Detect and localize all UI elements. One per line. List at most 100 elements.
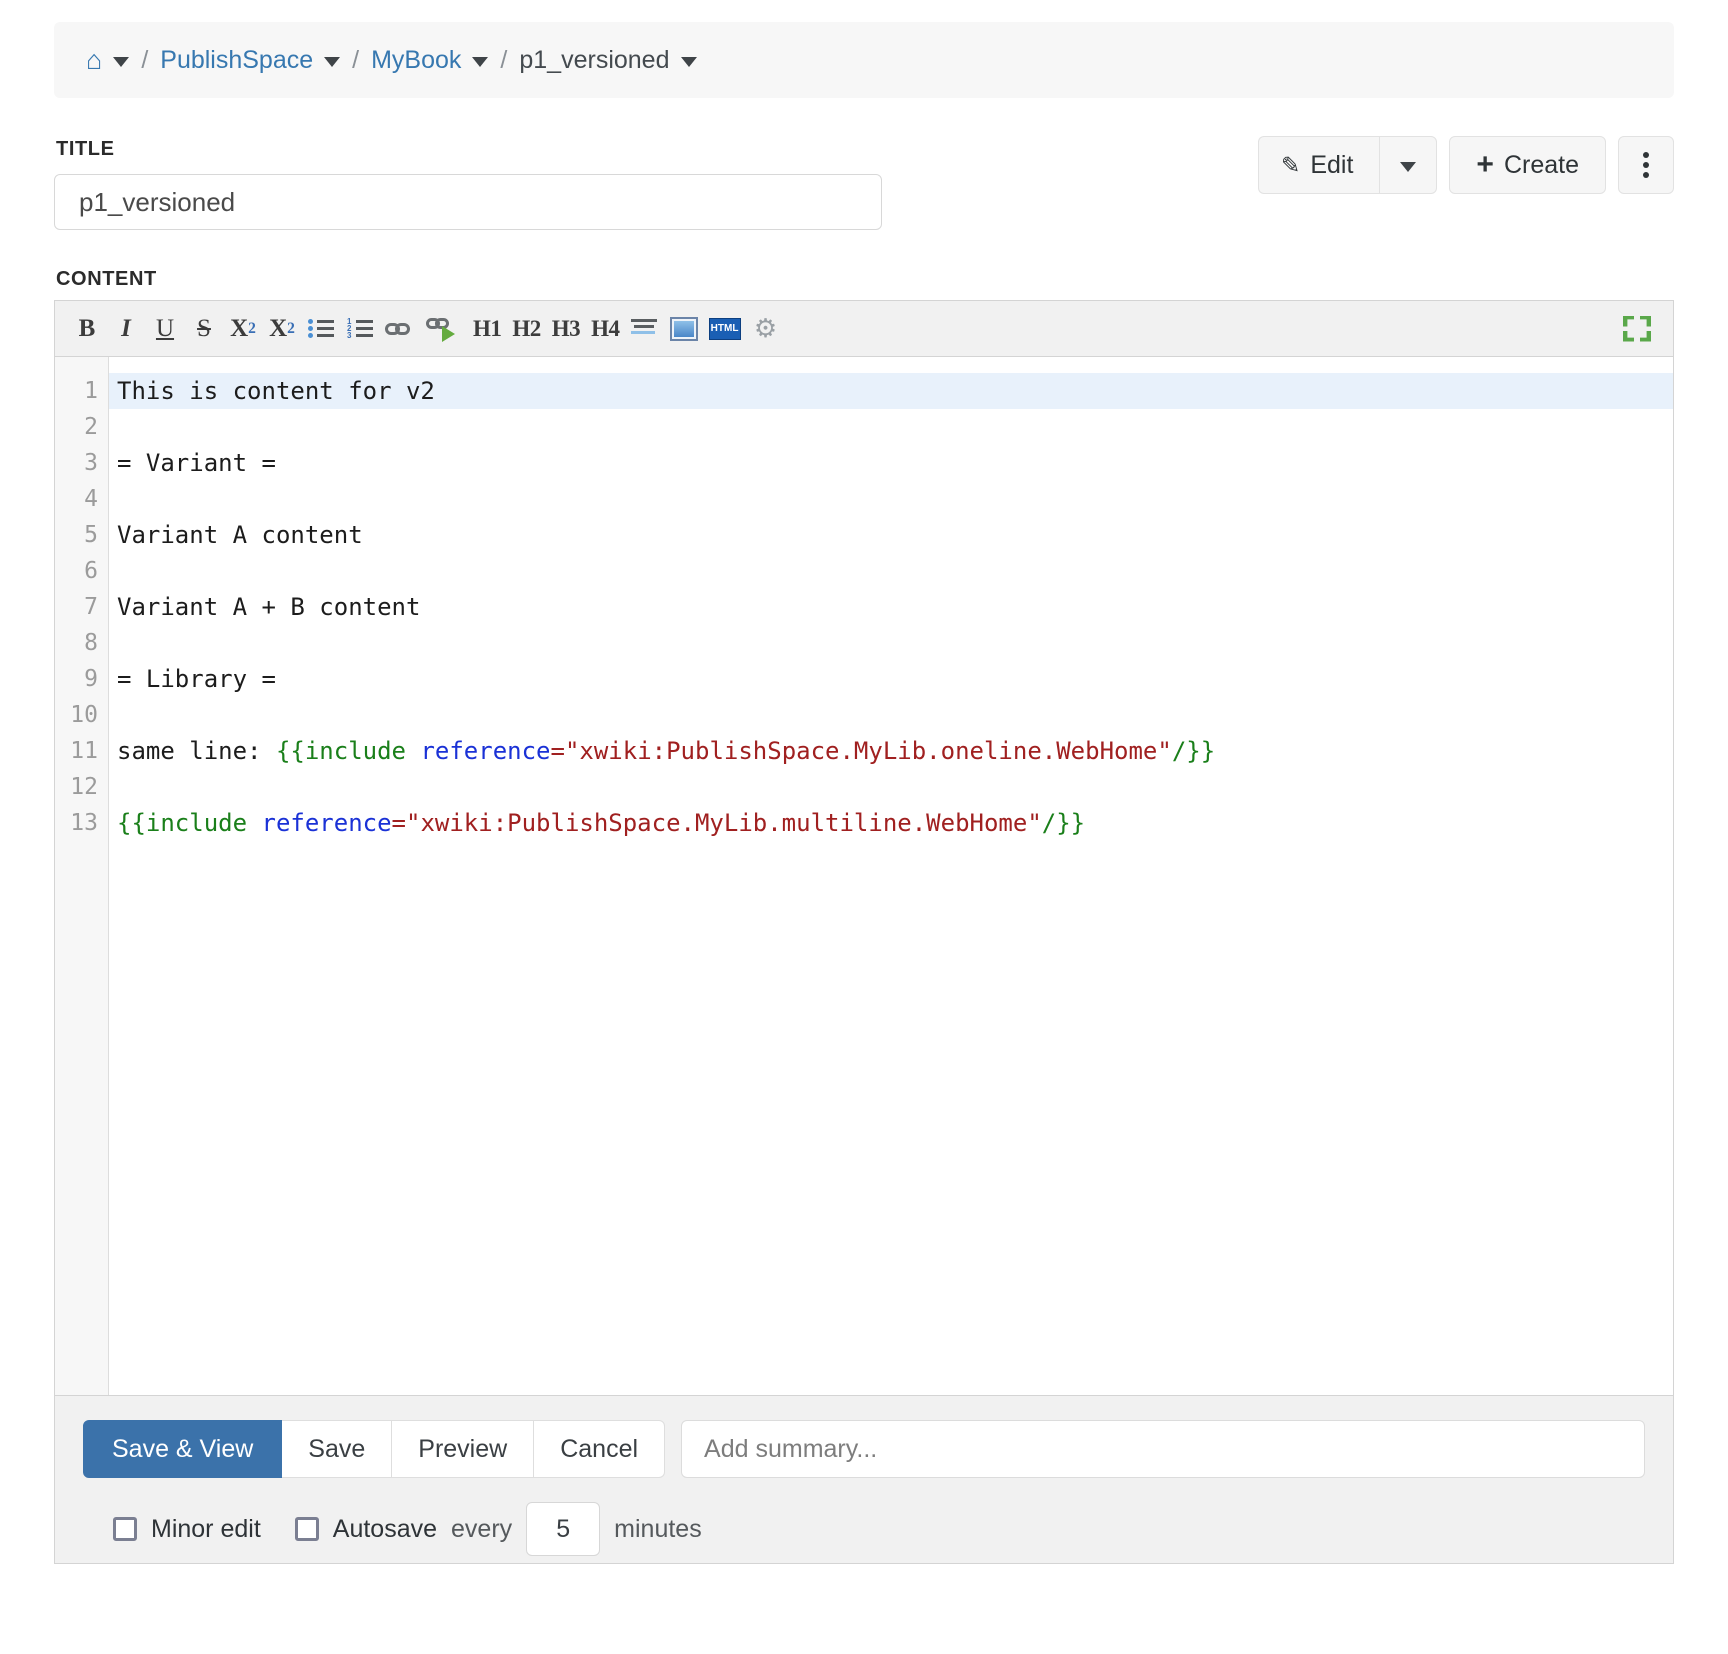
link-icon[interactable]: [385, 309, 415, 349]
line-number: 5: [84, 522, 98, 548]
save-button[interactable]: Save: [282, 1420, 393, 1478]
code-line[interactable]: = Variant =: [109, 445, 1673, 481]
autosave-label[interactable]: Autosave: [333, 1515, 437, 1544]
breadcrumb-item-mybook[interactable]: MyBook: [371, 46, 489, 75]
home-icon[interactable]: ⌂: [86, 46, 102, 74]
minor-edit-checkbox[interactable]: [113, 1517, 137, 1541]
breadcrumb-link-publishspace[interactable]: PublishSpace: [160, 46, 313, 75]
heading-3-icon[interactable]: H3: [552, 309, 581, 349]
horizontal-rule-icon[interactable]: [630, 309, 659, 349]
code-editor-area[interactable]: 1 2 3 4 5 6 7 8 9 10 11 12 13 This is content for v2…: [55, 357, 1673, 1395]
code-line[interactable]: = Library =: [109, 661, 1673, 697]
footer-actions-row: Save & View Save Preview Cancel: [83, 1420, 1645, 1478]
settings-gear-icon[interactable]: ⚙: [752, 309, 780, 349]
more-actions-button[interactable]: [1618, 136, 1674, 194]
autosave-every-label: every: [451, 1514, 513, 1543]
code-line[interactable]: Variant A content: [109, 517, 1673, 553]
code-line[interactable]: {{include reference="xwiki:PublishSpace.…: [109, 805, 1673, 841]
edit-dropdown-button[interactable]: [1379, 136, 1438, 194]
cancel-button[interactable]: Cancel: [534, 1420, 666, 1478]
code-token: ="xwiki:PublishSpace.MyLib.oneline.WebHo…: [550, 737, 1172, 765]
strikethrough-icon[interactable]: S: [190, 309, 218, 349]
chevron-down-icon: [1400, 162, 1417, 172]
minutes-label: minutes: [614, 1514, 702, 1543]
code-line[interactable]: This is content for v2: [109, 373, 1673, 409]
heading-4-icon[interactable]: H4: [591, 309, 620, 349]
preview-button[interactable]: Preview: [392, 1420, 535, 1478]
code-token: {{include: [117, 809, 262, 837]
code-token: reference: [261, 809, 392, 837]
breadcrumb-separator: /: [352, 45, 360, 74]
line-number: 2: [84, 414, 98, 440]
chevron-down-icon[interactable]: [113, 57, 130, 67]
create-button[interactable]: + Create: [1449, 136, 1606, 194]
code-line[interactable]: [109, 481, 1673, 517]
breadcrumb-current-label: p1_versioned: [519, 45, 670, 74]
heading-2-icon[interactable]: H2: [512, 309, 541, 349]
code-token: {{include: [275, 737, 421, 765]
line-number: 8: [84, 630, 98, 656]
code-line[interactable]: [109, 769, 1673, 805]
chevron-down-icon[interactable]: [680, 57, 697, 67]
content-label: CONTENT: [56, 268, 157, 290]
title-label: TITLE: [56, 138, 115, 160]
code-line[interactable]: [109, 553, 1673, 589]
line-number: 4: [84, 486, 98, 512]
chevron-down-icon[interactable]: [324, 57, 341, 67]
subscript-icon[interactable]: X2: [229, 309, 257, 349]
bold-icon[interactable]: B: [73, 309, 101, 349]
line-number: 10: [70, 702, 98, 728]
code-token: /}}: [1041, 809, 1086, 837]
link-wiki-icon[interactable]: [426, 309, 462, 349]
line-number: 1: [84, 378, 98, 404]
code-line[interactable]: [109, 697, 1673, 733]
line-number: 12: [70, 774, 98, 800]
kebab-menu-icon: [1643, 152, 1649, 178]
code-token: same line:: [117, 737, 276, 765]
edit-button[interactable]: ✎ Edit: [1258, 136, 1380, 194]
edit-button-label: Edit: [1310, 150, 1354, 179]
italic-icon[interactable]: I: [112, 309, 140, 349]
autosave-minutes-input[interactable]: [526, 1502, 601, 1556]
page-actions: ✎ Edit + Create: [1258, 136, 1674, 194]
underline-icon[interactable]: U: [151, 309, 179, 349]
line-number: 11: [70, 738, 98, 764]
breadcrumb-home[interactable]: ⌂: [86, 46, 130, 74]
footer-options-row: Minor edit Autosave every minutes: [83, 1502, 1645, 1556]
summary-input[interactable]: [681, 1420, 1645, 1478]
minor-edit-label[interactable]: Minor edit: [151, 1515, 261, 1544]
breadcrumb-item-publishspace[interactable]: PublishSpace: [160, 46, 341, 75]
html-icon[interactable]: HTML: [708, 309, 741, 349]
numbered-list-icon[interactable]: 123: [346, 309, 374, 349]
image-icon[interactable]: [669, 309, 698, 349]
code-token: ="xwiki:PublishSpace.MyLib.multiline.Web…: [391, 809, 1042, 837]
code-line[interactable]: [109, 625, 1673, 661]
breadcrumb-separator: /: [141, 45, 149, 74]
editor-toolbar: B I U S X2 X2 123 H1 H2 H3 H4 HTML ⚙: [55, 301, 1673, 357]
page-root: ⌂ / PublishSpace / MyBook / p1_versioned…: [0, 0, 1728, 1654]
wiki-editor: B I U S X2 X2 123 H1 H2 H3 H4 HTML ⚙ 1 2…: [54, 300, 1674, 1396]
code-token: /}}: [1171, 737, 1216, 765]
chevron-down-icon[interactable]: [472, 57, 489, 67]
heading-1-icon[interactable]: H1: [473, 309, 502, 349]
code-content[interactable]: This is content for v2 = Variant = Varia…: [109, 357, 1673, 1395]
breadcrumb-item-current[interactable]: p1_versioned: [519, 45, 697, 75]
breadcrumb-separator: /: [500, 45, 508, 74]
code-line[interactable]: Variant A + B content: [109, 589, 1673, 625]
line-number: 7: [84, 594, 98, 620]
bullet-list-icon[interactable]: [307, 309, 335, 349]
line-number: 6: [84, 558, 98, 584]
edit-button-group: ✎ Edit: [1258, 136, 1438, 194]
line-number: 13: [70, 810, 98, 836]
autosave-checkbox[interactable]: [294, 1517, 319, 1541]
title-input[interactable]: [54, 174, 882, 230]
save-and-view-button[interactable]: Save & View: [83, 1420, 283, 1478]
code-line[interactable]: same line: {{include reference="xwiki:Pu…: [109, 733, 1673, 769]
create-button-label: Create: [1503, 150, 1579, 179]
code-line[interactable]: [109, 409, 1673, 445]
line-number: 3: [84, 450, 98, 476]
fullscreen-icon[interactable]: [1623, 315, 1651, 342]
superscript-icon[interactable]: X2: [268, 309, 296, 349]
line-number-gutter: 1 2 3 4 5 6 7 8 9 10 11 12 13: [55, 357, 109, 1395]
breadcrumb-link-mybook[interactable]: MyBook: [371, 46, 461, 75]
